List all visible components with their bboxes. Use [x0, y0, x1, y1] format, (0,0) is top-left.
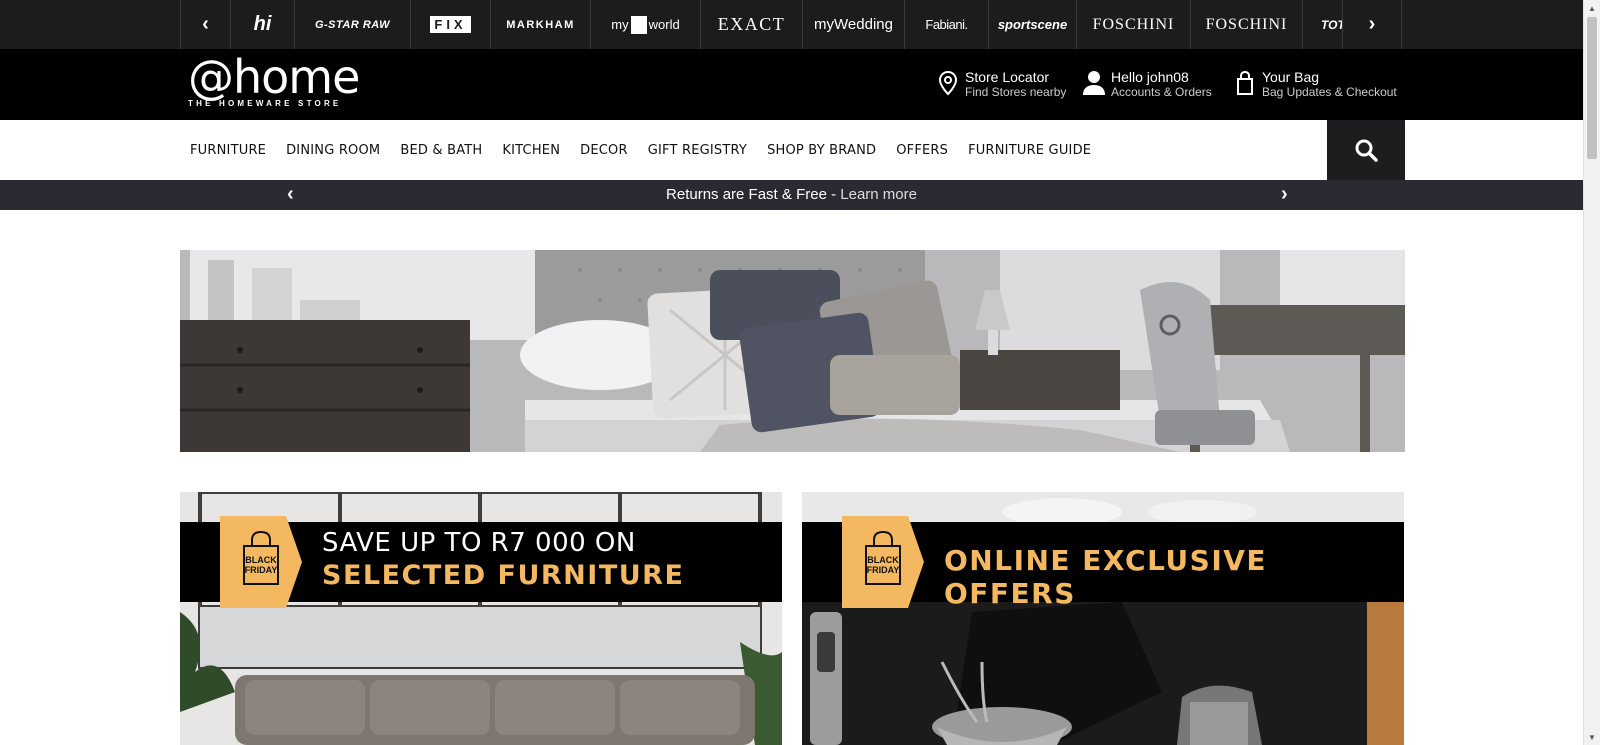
brand-myworld-logo[interactable]: my world: [590, 0, 700, 49]
black-friday-label-line2: FRIDAY: [244, 565, 278, 575]
nav-item-kitchen[interactable]: KITCHEN: [502, 143, 560, 158]
brand-carousel: ‹ hi G-STAR RAW FIX MARKHAM my world EXA…: [180, 0, 1403, 49]
hero-bedroom-banner[interactable]: [180, 250, 1405, 452]
account-subtitle: Accounts & Orders: [1111, 85, 1212, 99]
site-header: @home THE HOMEWARE STORE Store Locator F…: [0, 49, 1583, 120]
brand-hi-logo[interactable]: hi: [230, 0, 294, 49]
brand-gstar-text: G-STAR RAW: [314, 18, 391, 31]
brand-exact-text: EXACT: [717, 14, 786, 34]
brand-sportscene-text: sportscene: [997, 17, 1068, 32]
black-friday-label-line1: BLACK: [245, 555, 277, 565]
brand-fix-text: FIX: [430, 16, 471, 33]
nav-item-furniture-guide[interactable]: FURNITURE GUIDE: [968, 143, 1091, 158]
nav-item-dining-room[interactable]: DINING ROOM: [286, 143, 380, 158]
store-locator[interactable]: Store Locator Find Stores nearby: [935, 69, 1066, 99]
brand-foschini-text: FOSCHINI: [1092, 15, 1175, 33]
store-locator-title: Store Locator: [965, 69, 1050, 85]
brand-next-arrow[interactable]: ›: [1342, 0, 1402, 49]
scrollbar-thumb[interactable]: [1587, 17, 1597, 159]
hero-bedroom-image: [180, 250, 1405, 452]
store-locator-text: Store Locator Find Stores nearby: [965, 69, 1066, 99]
nav-items: FURNITURE DINING ROOM BED & BATH KITCHEN…: [190, 120, 1111, 180]
nav-item-bed-bath[interactable]: BED & BATH: [400, 143, 482, 158]
promo-learn-more-link[interactable]: Learn more: [840, 186, 917, 203]
search-icon: [1355, 139, 1378, 162]
black-friday-label-right: BLACK FRIDAY: [851, 555, 915, 575]
brand-mywedding-text: myWedding: [814, 16, 893, 33]
bag-subtitle: Bag Updates & Checkout: [1262, 85, 1397, 99]
promo-separator: -: [826, 186, 841, 203]
account-greeting: Hello john08: [1111, 69, 1189, 85]
promo-next-arrow[interactable]: ›: [1281, 183, 1288, 206]
logo-wordmark: @home: [188, 50, 360, 104]
account-menu[interactable]: Hello john08 Accounts & Orders: [1081, 69, 1212, 99]
location-pin-icon: [938, 70, 958, 96]
promo-card-online-exclusive[interactable]: BLACK FRIDAY ONLINE EXCLUSIVE OFFERS: [802, 492, 1404, 745]
nav-item-offers[interactable]: OFFERS: [896, 143, 948, 158]
nav-item-gift-registry[interactable]: GIFT REGISTRY: [648, 143, 747, 158]
store-locator-subtitle: Find Stores nearby: [965, 85, 1067, 99]
brand-myworld-box-icon: [630, 15, 647, 34]
brand-sportscene-logo[interactable]: sportscene: [988, 0, 1076, 49]
nav-item-decor[interactable]: DECOR: [580, 143, 628, 158]
brand-myworld-my: my: [611, 17, 629, 32]
brand-foschini-logo-2[interactable]: FOSCHINI: [1190, 0, 1302, 49]
bag-title: Your Bag: [1262, 69, 1320, 85]
promo-card-furniture[interactable]: BLACK FRIDAY SAVE UP TO R7 000 ON SELECT…: [180, 492, 782, 745]
user-icon: [1083, 71, 1105, 95]
brand-tota-logo[interactable]: TOTA: [1302, 0, 1342, 49]
brand-tota-text: TOTA: [1321, 17, 1342, 32]
black-friday-label: BLACK FRIDAY: [229, 555, 293, 575]
brand-markham-text: MARKHAM: [506, 18, 575, 31]
black-friday-label-right-line2: FRIDAY: [866, 565, 900, 575]
promo-message: Returns are Fast & Free - Learn more: [0, 186, 1583, 203]
brand-hi-text: hi: [253, 13, 272, 35]
nav-item-shop-by-brand[interactable]: SHOP BY BRAND: [767, 143, 876, 158]
main-nav: FURNITURE DINING ROOM BED & BATH KITCHEN…: [0, 120, 1583, 180]
page: ‹ hi G-STAR RAW FIX MARKHAM my world EXA…: [0, 0, 1600, 745]
shopping-bag[interactable]: Your Bag Bag Updates & Checkout: [1232, 69, 1397, 99]
furniture-promo-subheadline: SELECTED FURNITURE: [322, 560, 685, 591]
search-button[interactable]: [1327, 120, 1405, 180]
brand-fix-logo[interactable]: FIX: [410, 0, 490, 49]
vertical-scrollbar[interactable]: ▲ ▼: [1583, 0, 1600, 745]
home-logo[interactable]: @home THE HOMEWARE STORE: [188, 50, 360, 108]
online-exclusive-headline: ONLINE EXCLUSIVE OFFERS: [944, 544, 1268, 610]
brand-fabiani-logo[interactable]: Fabiani.: [904, 0, 988, 49]
logo-tagline: THE HOMEWARE STORE: [188, 99, 342, 108]
scroll-down-arrow-icon[interactable]: ▼: [1584, 729, 1600, 745]
promo-text: Returns are Fast & Free: [666, 186, 827, 203]
brand-prev-arrow[interactable]: ‹: [180, 0, 230, 49]
brand-strip: ‹ hi G-STAR RAW FIX MARKHAM my world EXA…: [0, 0, 1583, 49]
brand-markham-logo[interactable]: MARKHAM: [490, 0, 590, 49]
furniture-promo-headline: SAVE UP TO R7 000 ON: [322, 528, 636, 558]
brand-foschini-logo[interactable]: FOSCHINI: [1076, 0, 1190, 49]
promo-bar: ‹ Returns are Fast & Free - Learn more ›: [0, 180, 1583, 210]
account-text: Hello john08 Accounts & Orders: [1111, 69, 1212, 99]
nav-item-furniture[interactable]: FURNITURE: [190, 143, 266, 158]
brand-gstar-logo[interactable]: G-STAR RAW: [294, 0, 410, 49]
scroll-up-arrow-icon[interactable]: ▲: [1584, 0, 1600, 16]
bag-text: Your Bag Bag Updates & Checkout: [1262, 69, 1397, 99]
brand-exact-logo[interactable]: EXACT: [700, 0, 802, 49]
shopping-bag-icon: [1237, 70, 1253, 95]
brand-fabiani-text: Fabiani.: [925, 17, 968, 32]
brand-mywedding-logo[interactable]: myWedding: [802, 0, 904, 49]
brand-foschini-text-2: FOSCHINI: [1205, 15, 1288, 33]
black-friday-label-right-line1: BLACK: [867, 555, 899, 565]
brand-myworld-world: world: [648, 17, 680, 32]
